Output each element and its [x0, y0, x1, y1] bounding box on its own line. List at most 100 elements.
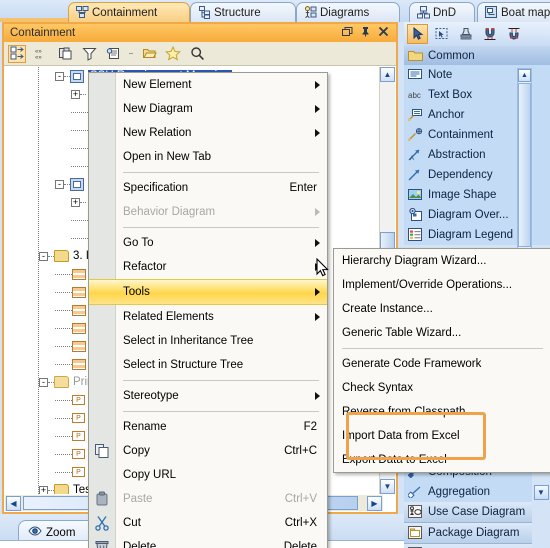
tab-diagrams[interactable]: Diagrams	[296, 2, 400, 22]
folder-icon	[54, 484, 69, 494]
scroll-down-button[interactable]: ▼	[380, 479, 395, 494]
menu-item-label: Check Syntax	[342, 382, 413, 394]
tab-containment-label: Containment	[92, 6, 158, 19]
select-arrow-icon[interactable]	[407, 24, 428, 44]
expand-toggle-icon[interactable]: +	[71, 89, 80, 99]
menu-item-shortcut: F2	[303, 421, 317, 433]
svg-text:A: A	[410, 156, 414, 161]
pin-icon[interactable]	[360, 26, 371, 40]
menu-item-select-in-structure-tree[interactable]: Select in Structure Tree	[89, 353, 327, 377]
tab-containment[interactable]: Containment	[68, 2, 190, 22]
palette-item-object-diagram[interactable]: Object Diagram	[404, 544, 532, 548]
menu-item-refactor[interactable]: Refactor	[89, 255, 327, 279]
collapse-toggle-icon[interactable]: -	[55, 71, 64, 81]
menu-item-related-elements[interactable]: Related Elements	[89, 305, 327, 329]
tools-menu-item-hierarchy-diagram-wizard[interactable]: Hierarchy Diagram Wizard...	[334, 249, 550, 273]
package-diagram-icon	[408, 526, 423, 540]
collapse-toggle-icon[interactable]: -	[39, 377, 48, 387]
tools-menu-item-generic-table-wizard[interactable]: Generic Table Wizard...	[334, 321, 550, 345]
palette-item-package-diagram[interactable]: Package Diagram	[404, 523, 532, 544]
scroll-up-button[interactable]: ▲	[380, 67, 395, 82]
menu-item-delete[interactable]: Delete Delete	[89, 535, 327, 548]
tree-connector	[55, 417, 72, 419]
palette-item-label: Note	[428, 69, 453, 81]
menu-item-new-diagram[interactable]: New Diagram	[89, 97, 327, 121]
stamp-icon[interactable]	[455, 24, 476, 44]
table-icon	[72, 268, 86, 280]
submenu-arrow-icon	[315, 313, 320, 321]
tab-boat-mapping[interactable]: Boat mapping	[477, 2, 550, 22]
menu-item-label: Hierarchy Diagram Wizard...	[342, 255, 487, 267]
tools-menu-item-export-data-to-excel[interactable]: Export Data to Excel	[334, 448, 550, 472]
scroll-right-button[interactable]: ▶	[367, 496, 382, 511]
expand-toggle-icon[interactable]: +	[39, 485, 48, 494]
tab-structure-label: Structure	[214, 6, 261, 19]
show-auxiliary-resources-icon[interactable]	[8, 44, 26, 63]
collapse-all-icon[interactable]: «» «»	[32, 45, 50, 63]
table-icon	[72, 358, 86, 370]
copy-to-clipboard-icon[interactable]	[56, 45, 74, 63]
menu-item-stereotype[interactable]: Stereotype	[89, 384, 327, 408]
menu-item-copy[interactable]: Copy Ctrl+C	[89, 439, 327, 463]
palette-item-label: Diagram Over...	[428, 209, 509, 221]
menu-item-go-to[interactable]: Go To	[89, 231, 327, 255]
menu-item-rename[interactable]: Rename F2	[89, 415, 327, 439]
tree-connector	[71, 237, 88, 239]
tools-submenu[interactable]: Hierarchy Diagram Wizard... Implement/Ove…	[333, 248, 550, 473]
menu-item-label: Stereotype	[123, 390, 179, 402]
menu-item-specification[interactable]: Specification Enter	[89, 176, 327, 200]
palette-scroll-up-button[interactable]: ▲	[518, 69, 531, 82]
tab-dnd[interactable]: DnD	[409, 2, 475, 22]
menu-item-copy-url[interactable]: Copy URL	[89, 463, 327, 487]
menu-item-label: Delete	[123, 541, 157, 548]
menu-item-new-element[interactable]: New Element	[89, 73, 327, 97]
menu-separator	[123, 380, 319, 381]
collapse-toggle-icon[interactable]: -	[55, 179, 64, 189]
diagram-icon	[70, 177, 84, 191]
palette-item-use-case-diagram[interactable]: Use Case Diagram	[404, 502, 532, 523]
tab-structure[interactable]: Structure	[190, 2, 296, 22]
abc-icon: abc	[408, 88, 423, 102]
tree-connector	[55, 399, 72, 401]
search-icon[interactable]	[188, 45, 206, 63]
marquee-select-icon[interactable]	[431, 24, 452, 44]
menu-item-label: Go To	[123, 237, 154, 249]
dependency-icon	[408, 168, 423, 182]
magnet-up-icon[interactable]	[503, 24, 524, 44]
menu-item-label: New Element	[123, 79, 192, 91]
tools-menu-item-create-instance[interactable]: Create Instance...	[334, 297, 550, 321]
palette-item-aggregation[interactable]: Aggregation	[404, 482, 532, 502]
tools-menu-item-import-data-from-excel[interactable]: Import Data from Excel	[334, 424, 550, 448]
menu-item-label: Select in Inheritance Tree	[123, 335, 254, 347]
palette-scrollbar[interactable]: ▲	[517, 68, 532, 262]
collapse-toggle-icon[interactable]: -	[39, 251, 48, 261]
tools-menu-item-generate-code-framework[interactable]: Generate Code Framework	[334, 352, 550, 376]
favorites-star-icon[interactable]	[164, 45, 182, 63]
palette-group-common[interactable]: Common	[404, 46, 550, 65]
open-in-new-tab-icon[interactable]	[140, 45, 158, 63]
tools-menu-item-reverse-from-classpath[interactable]: Reverse from Classpath	[334, 400, 550, 424]
context-menu[interactable]: New Element New Diagram New Relation Open i…	[88, 72, 328, 548]
filter-icon[interactable]	[80, 45, 98, 63]
menu-item-tools[interactable]: Tools	[89, 279, 327, 305]
expand-toggle-icon[interactable]: +	[71, 197, 80, 207]
tools-menu-item-check-syntax[interactable]: Check Syntax	[334, 376, 550, 400]
palette-more-button[interactable]: ▼	[532, 482, 550, 502]
menu-item-cut[interactable]: Cut Ctrl+X	[89, 511, 327, 535]
submenu-arrow-icon	[315, 105, 320, 113]
palette-scroll-thumb[interactable]	[518, 83, 531, 247]
scroll-left-button[interactable]: ◀	[6, 496, 21, 511]
toolbar-separator	[128, 45, 134, 63]
tools-menu-item-implement-override-operations[interactable]: Implement/Override Operations...	[334, 273, 550, 297]
menu-item-new-relation[interactable]: New Relation	[89, 121, 327, 145]
menu-item-label: New Relation	[123, 127, 192, 139]
close-icon[interactable]	[378, 26, 389, 40]
restore-icon[interactable]	[342, 26, 353, 40]
edit-properties-icon[interactable]	[104, 45, 122, 63]
panel-title-bar: Containment	[4, 24, 396, 42]
menu-item-select-in-inheritance-tree[interactable]: Select in Inheritance Tree	[89, 329, 327, 353]
menu-item-open-in-new-tab[interactable]: Open in New Tab	[89, 145, 327, 169]
magnet-down-icon[interactable]	[479, 24, 500, 44]
property-icon: P	[72, 395, 85, 405]
palette-item-label: Diagram Legend	[428, 229, 514, 241]
